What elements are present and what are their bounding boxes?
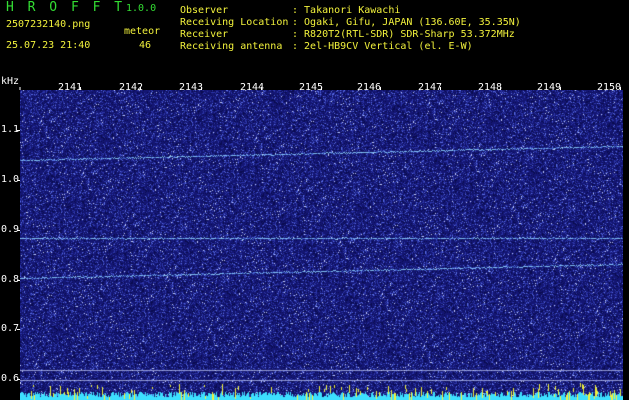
header-panel: H R O F F T 1.0.0 2507232140.png meteor … [0, 0, 629, 76]
waterfall-spectrogram [20, 90, 623, 400]
file-name: 2507232140.png [6, 19, 91, 30]
meteor-count: 46 [139, 40, 152, 51]
receiver-key: Receiver [180, 29, 229, 40]
location-value: : Ogaki, Gifu, JAPAN (136.60E, 35.35N) [292, 17, 521, 28]
observer-value: : Takanori Kawachi [292, 5, 401, 16]
antenna-key: Receiving antenna [180, 41, 283, 52]
meteor-label: meteor [124, 26, 161, 37]
observer-key: Observer [180, 5, 229, 16]
location-key: Receiving Location [180, 17, 289, 28]
date-time: 25.07.23 21:40 [6, 40, 91, 51]
antenna-value: : 2el-HB9CV Vertical (el. E-W) [292, 41, 473, 52]
receiver-value: : R820T2(RTL-SDR) SDR-Sharp 53.372MHz [292, 29, 515, 40]
app-title: H R O F F T [6, 0, 126, 15]
app-version: 1.0.0 [126, 3, 157, 14]
